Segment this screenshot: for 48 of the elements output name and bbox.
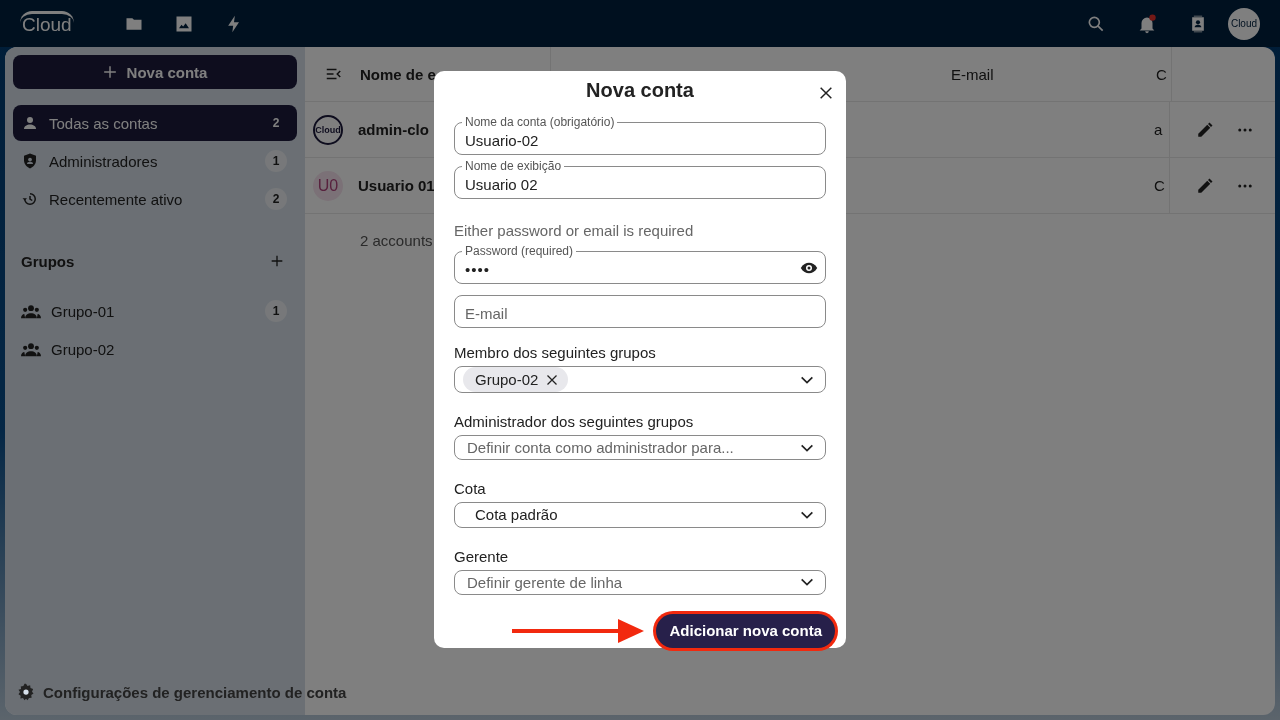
field-label: Membro dos seguintes grupos bbox=[454, 344, 657, 361]
add-icon[interactable] bbox=[269, 253, 285, 269]
sidebar-item[interactable]: Recentemente ativo 2 bbox=[13, 181, 297, 217]
column-header[interactable]: E-mail bbox=[951, 65, 1156, 83]
input-field[interactable]: E-mail bbox=[454, 295, 826, 328]
settings-link[interactable]: Configurações de gerenciamento de conta bbox=[13, 683, 347, 701]
column-header[interactable]: C bbox=[1156, 65, 1171, 83]
dialog-title: Nova conta bbox=[586, 79, 694, 102]
group-icon bbox=[21, 341, 41, 357]
dropdown[interactable]: Grupo-02 bbox=[454, 366, 826, 393]
group-icon bbox=[21, 303, 41, 319]
history-icon bbox=[21, 190, 39, 208]
group-item[interactable]: Grupo-02 bbox=[13, 331, 297, 367]
settings-icon bbox=[17, 683, 35, 701]
new-account-button[interactable]: Nova conta bbox=[13, 55, 297, 89]
sidebar-item[interactable]: Administradores 1 bbox=[13, 143, 297, 179]
dropdown[interactable]: Cota padrão bbox=[454, 502, 826, 528]
plus-icon bbox=[102, 65, 117, 79]
remove-icon[interactable] bbox=[546, 373, 559, 386]
shield-icon bbox=[21, 152, 39, 170]
groups-heading: Grupos bbox=[21, 252, 75, 270]
edit-icon[interactable] bbox=[1196, 120, 1214, 139]
field-label: Cota bbox=[454, 480, 487, 498]
field-label: Administrador dos seguintes grupos bbox=[454, 413, 695, 430]
count-label: 1 bbox=[265, 150, 287, 172]
hint-text: Either password or email is required bbox=[454, 222, 695, 239]
column-header[interactable]: Nome de e bbox=[360, 65, 436, 83]
close-icon[interactable] bbox=[818, 85, 834, 101]
account-avatar: U0 bbox=[313, 170, 343, 201]
edit-icon[interactable] bbox=[1196, 176, 1214, 195]
group-tag: Grupo-02 bbox=[463, 367, 569, 392]
field-label: Gerente bbox=[454, 547, 510, 565]
add-account-button[interactable]: Adicionar nova conta bbox=[656, 614, 835, 648]
count-label: 2 bbox=[265, 188, 287, 210]
logo[interactable]: Cloud bbox=[20, 11, 74, 36]
group-item[interactable]: Grupo-01 1 bbox=[13, 293, 297, 329]
count-label: 1 bbox=[265, 300, 287, 322]
sidebar-item[interactable]: Todas as contas 2 bbox=[13, 105, 297, 141]
table-cell-text: C bbox=[1154, 177, 1166, 194]
table-cell: Usuario 01 bbox=[358, 177, 435, 194]
user-avatar[interactable]: Cloud bbox=[1228, 7, 1260, 40]
table-cell-text: a bbox=[1154, 121, 1164, 138]
table-cell: admin-clo bbox=[358, 121, 429, 138]
dropdown[interactable]: Definir gerente de linha bbox=[454, 569, 826, 595]
person-icon bbox=[21, 114, 39, 132]
dropdown[interactable]: Definir conta como administrador para... bbox=[454, 435, 826, 461]
account-avatar: Cloud bbox=[313, 114, 343, 145]
count-label: 2 bbox=[271, 115, 281, 132]
